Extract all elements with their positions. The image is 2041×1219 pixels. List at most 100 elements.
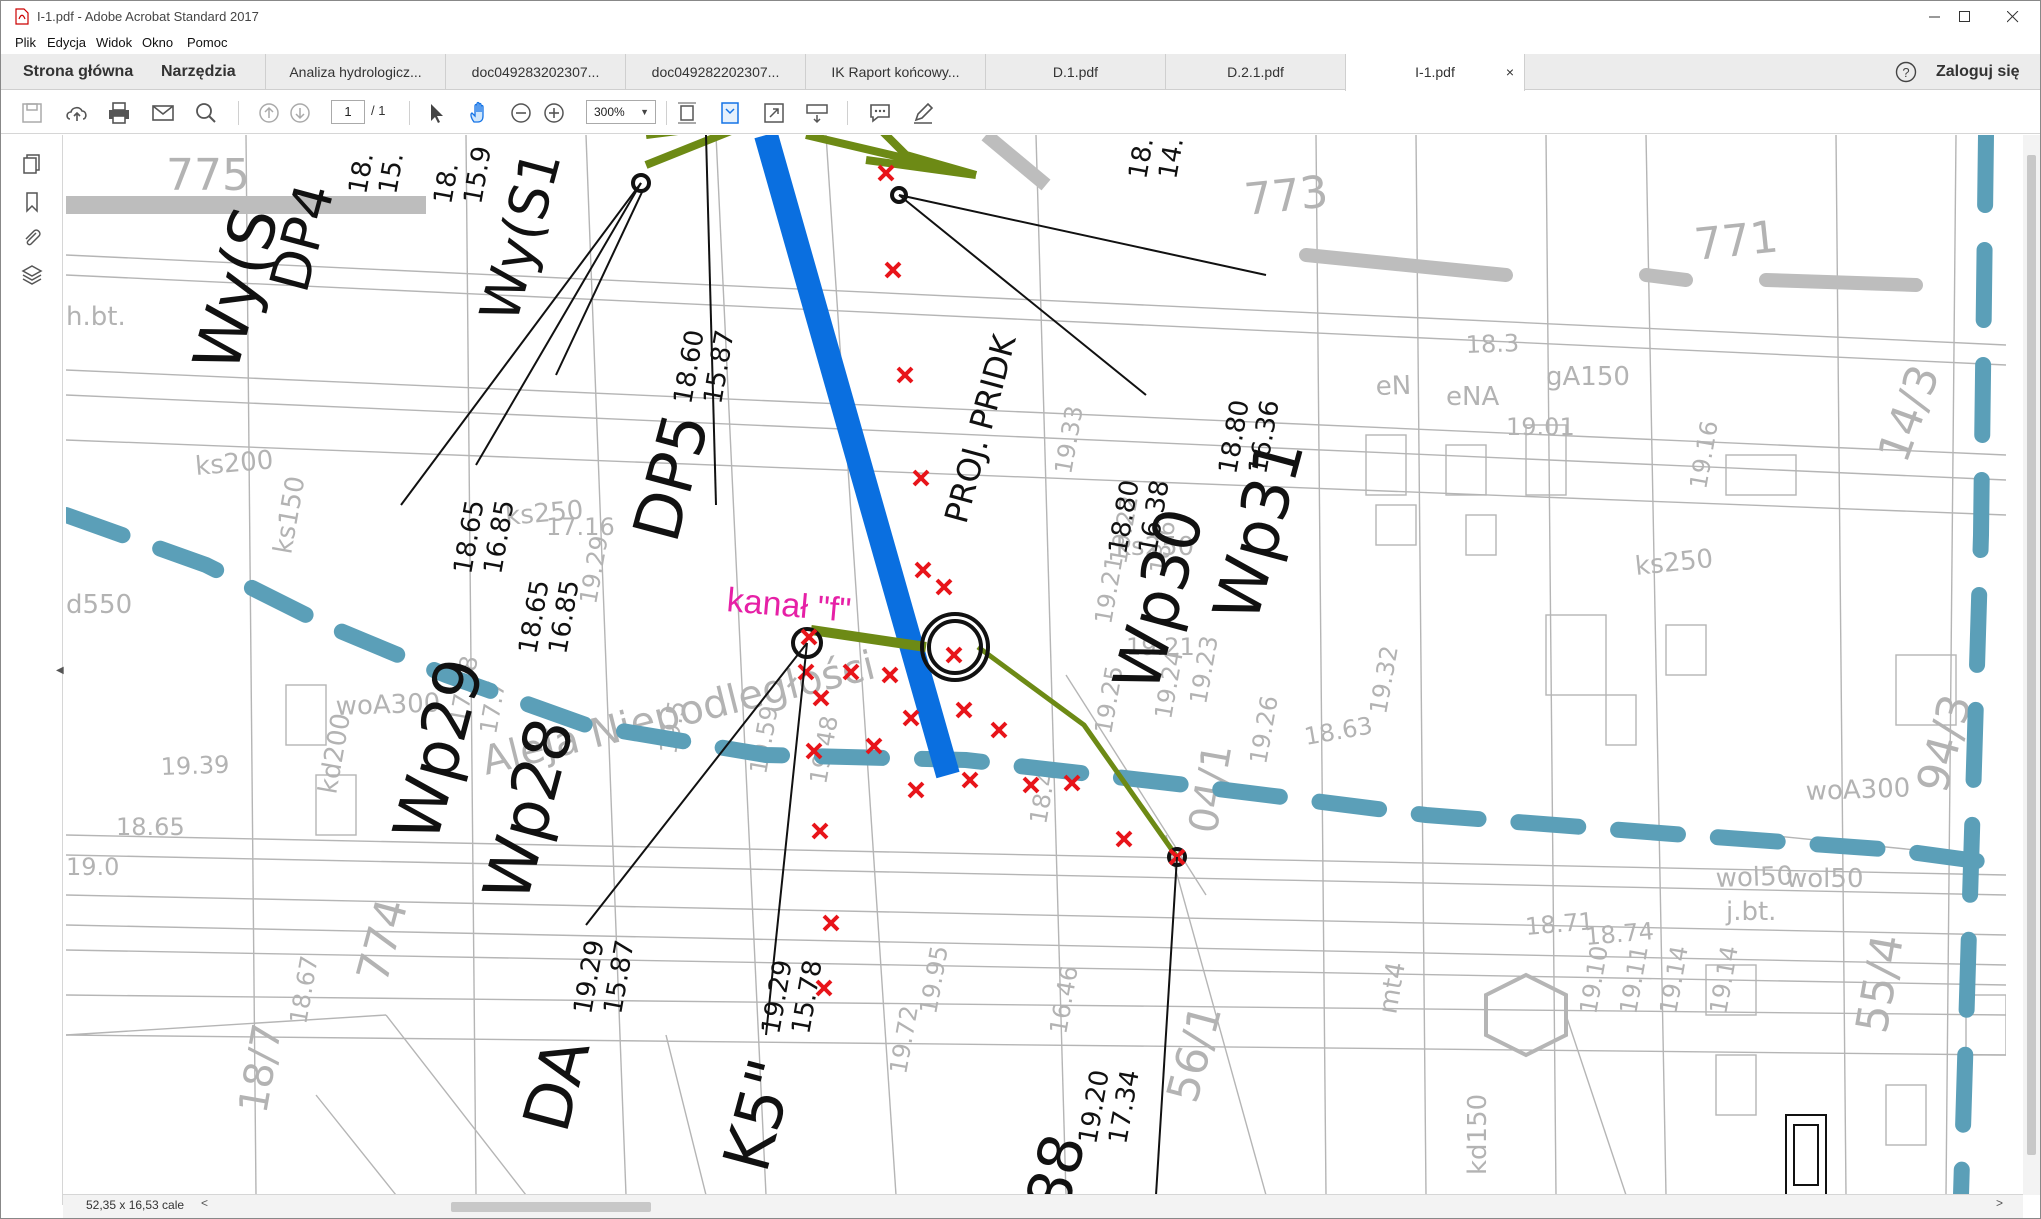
document-tab[interactable]: D.2.1.pdf — [1165, 54, 1345, 90]
cursor-arrow-icon — [431, 104, 443, 123]
search-button[interactable] — [193, 100, 219, 126]
document-tab-active[interactable]: I-1.pdf × — [1345, 54, 1525, 91]
utility-label: d550 — [66, 590, 132, 620]
scroll-thumb[interactable] — [451, 1202, 651, 1212]
pdf-file-icon — [15, 8, 29, 25]
close-window-button[interactable] — [1984, 1, 2041, 32]
utility-label: gA150 — [1546, 362, 1630, 392]
page-total: / 1 — [371, 103, 386, 118]
help-icon[interactable]: ? — [1895, 61, 1917, 83]
comment-button[interactable] — [867, 100, 893, 126]
document-tab[interactable]: IK Raport końcowy... — [805, 54, 985, 90]
red-x-marker — [896, 366, 914, 384]
map-black-box — [1793, 1124, 1819, 1186]
menu-view[interactable]: Widok — [96, 35, 132, 50]
spot-height: 19.01 — [1506, 413, 1575, 441]
save-button[interactable] — [19, 100, 45, 126]
spot-height: 19.72 — [884, 1004, 924, 1077]
cloud-upload-icon — [66, 106, 87, 121]
red-x-marker — [877, 164, 895, 182]
map-black-box — [1785, 1114, 1827, 1195]
zoom-level-select[interactable]: 300% ▼ — [586, 100, 656, 124]
utility-label: mt4 — [1373, 960, 1412, 1016]
pipe-label-name: K5" — [710, 1052, 810, 1179]
map-grey-line — [585, 135, 627, 1195]
highlight-button[interactable] — [910, 100, 936, 126]
utility-label: ks200 — [194, 445, 275, 482]
red-x-marker — [961, 771, 979, 789]
horizontal-scrollbar[interactable] — [201, 1200, 2001, 1212]
page-number-input[interactable]: 1 — [331, 100, 365, 124]
map-grey-line — [1315, 135, 1327, 1195]
tab-close-button[interactable]: × — [1506, 54, 1514, 90]
parcel-number: 775 — [166, 150, 250, 201]
layers-icon[interactable] — [20, 262, 44, 286]
red-x-marker — [907, 781, 925, 799]
email-button[interactable] — [150, 100, 176, 126]
menu-window[interactable]: Okno — [142, 35, 173, 50]
pen-icon — [914, 102, 934, 124]
utility-label: ks250 — [1634, 544, 1715, 582]
map-grey-line — [1545, 135, 1557, 1195]
tab-label: doc049282202307... — [651, 64, 780, 80]
home-tab[interactable]: Strona główna — [23, 63, 133, 81]
hand-tool-button[interactable] — [466, 100, 492, 126]
print-button[interactable] — [106, 100, 132, 126]
svg-text:?: ? — [1902, 65, 1909, 80]
spot-height: 18.63 — [1302, 711, 1375, 751]
parcel-number: 18/7 — [231, 1020, 292, 1116]
attachment-icon[interactable] — [20, 226, 44, 250]
previous-page-button[interactable] — [256, 100, 282, 126]
map-grey-line — [1565, 1014, 1627, 1195]
menu-help[interactable]: Pomoc — [187, 35, 227, 50]
utility-label: j.bt. — [1725, 897, 1776, 927]
document-tab[interactable]: Analiza hydrologicz... — [265, 54, 445, 90]
upload-cloud-button[interactable] — [64, 100, 90, 126]
red-x-marker — [914, 561, 932, 579]
bookmark-icon[interactable] — [20, 190, 44, 214]
menu-file[interactable]: Plik — [15, 35, 36, 50]
full-screen-button[interactable] — [761, 100, 787, 126]
spot-height: 19.33 — [1049, 404, 1089, 477]
document-tab[interactable]: doc049283202307... — [445, 54, 625, 90]
document-tab[interactable]: D.1.pdf — [985, 54, 1165, 90]
zoom-out-button[interactable] — [508, 100, 534, 126]
leader-line — [555, 189, 644, 376]
zoom-in-button[interactable] — [541, 100, 567, 126]
scroll-thumb[interactable] — [2027, 155, 2036, 1155]
leader-line — [898, 194, 1267, 276]
zoom-out-icon — [511, 103, 531, 123]
manhole-circle — [927, 619, 983, 675]
tools-tab[interactable]: Narzędzia — [161, 63, 236, 81]
spot-height: 18.65 — [116, 813, 185, 841]
map-building-outline — [1375, 504, 1417, 546]
keyboard-shortcuts-button[interactable] — [804, 100, 830, 126]
select-tool-button[interactable] — [423, 100, 449, 126]
sign-in-link[interactable]: Zaloguj się — [1936, 63, 2020, 81]
project-pipe-label: PROJ. PRIDK — [937, 330, 1024, 527]
map-grey-line — [315, 1094, 397, 1195]
fit-page-button[interactable] — [674, 100, 700, 126]
next-page-button[interactable] — [287, 100, 313, 126]
fit-width-button[interactable] — [717, 100, 743, 126]
page-thumbnails-icon[interactable] — [20, 152, 44, 176]
red-x-marker — [822, 914, 840, 932]
tab-label: D.2.1.pdf — [1227, 64, 1284, 80]
utility-label: h.bt. — [66, 302, 126, 332]
pipe-label-name: Wy(S — [180, 200, 294, 379]
chevron-down-icon: ▼ — [640, 107, 649, 117]
vertical-scrollbar[interactable] — [2023, 135, 2040, 1195]
document-view[interactable]: 775 773 771 774 14/3 94/3 56/1 55/4 18/7 04/1 ks20… — [66, 135, 2006, 1195]
red-x-marker — [955, 701, 973, 719]
map-building-outline — [1605, 694, 1637, 746]
document-tab[interactable]: doc049282202307... — [625, 54, 805, 90]
parcel-number: 771 — [1692, 211, 1781, 270]
menu-edit[interactable]: Edycja — [47, 35, 86, 50]
parcel-number: 56/1 — [1157, 999, 1232, 1108]
parcel-number: 774 — [347, 894, 418, 988]
scroll-right-arrow[interactable]: > — [1996, 1196, 2003, 1210]
tab-label: D.1.pdf — [1052, 64, 1099, 80]
utility-label: wol50 — [1715, 861, 1793, 894]
pipe-label-name: DA — [510, 1031, 605, 1139]
collapse-left-pane-arrow[interactable]: ◀ — [56, 665, 64, 676]
